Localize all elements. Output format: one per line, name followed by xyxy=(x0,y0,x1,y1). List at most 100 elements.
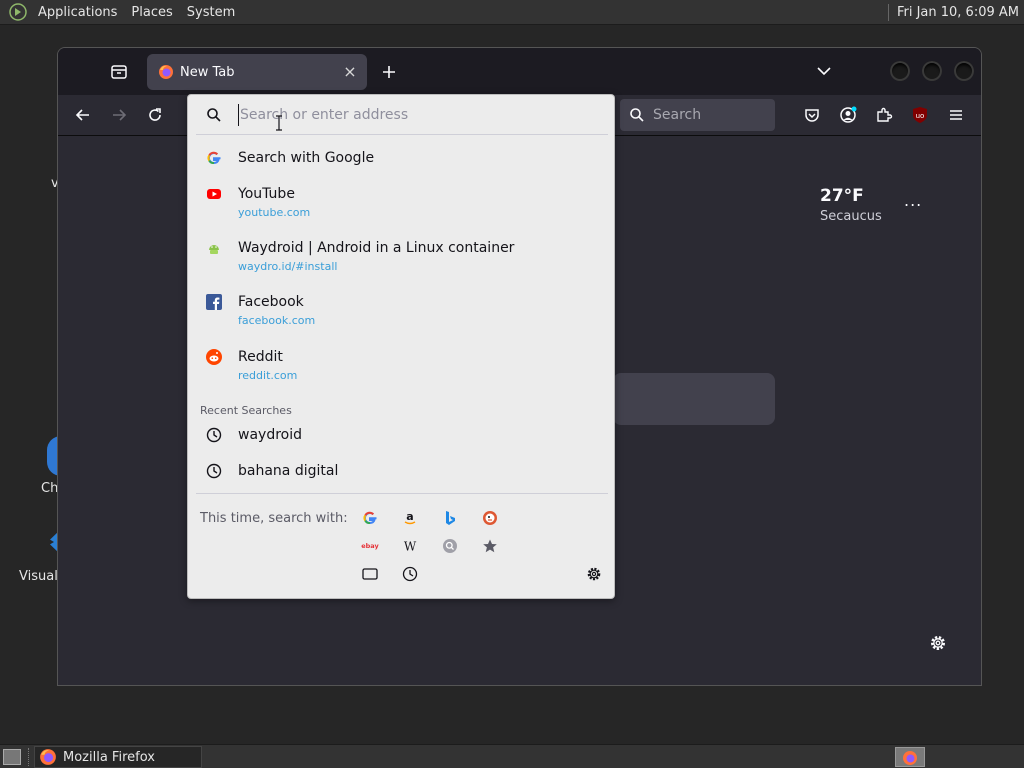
bottom-panel: Mozilla Firefox xyxy=(0,744,1024,768)
search-settings-button[interactable] xyxy=(585,565,603,583)
recent-searches-label: Recent Searches xyxy=(200,404,292,417)
panel-right: Fri Jan 10, 6:09 AM xyxy=(887,0,1024,25)
result-facebook[interactable]: Facebook facebook.com xyxy=(196,293,608,328)
oneoff-tabs-button[interactable] xyxy=(361,565,379,583)
account-icon[interactable] xyxy=(839,106,857,124)
waydroid-icon xyxy=(209,245,219,254)
result-text: Waydroid | Android in a Linux container … xyxy=(238,239,514,274)
maximize-button[interactable] xyxy=(922,61,942,81)
result-text: Search with Google xyxy=(238,149,374,167)
desktop-label-vscode[interactable]: Visual xyxy=(19,569,58,584)
oneoff-search-engine-button[interactable] xyxy=(441,537,459,555)
result-title: Search with Google xyxy=(238,150,375,166)
svg-text:W: W xyxy=(404,540,417,554)
gear-icon[interactable] xyxy=(929,634,947,652)
result-youtube[interactable]: YouTube youtube.com xyxy=(196,185,608,220)
google-icon xyxy=(207,151,221,165)
svg-text:uo: uo xyxy=(916,112,925,120)
weather-location[interactable]: Secaucus xyxy=(820,209,882,224)
oneoff-amazon-button[interactable]: a xyxy=(401,509,419,527)
tab-title: New Tab xyxy=(180,64,235,80)
firefox-icon xyxy=(159,65,173,79)
top-panel: Applications Places System Fri Jan 10, 6… xyxy=(0,0,1024,25)
menu-system[interactable]: System xyxy=(180,0,242,25)
firefox-view-icon[interactable] xyxy=(110,63,128,81)
panel-separator xyxy=(28,748,30,766)
close-tab-icon[interactable]: × xyxy=(342,64,358,80)
address-bar-input[interactable] xyxy=(238,103,598,126)
taskbar-window-label: Mozilla Firefox xyxy=(63,749,155,765)
show-desktop-icon[interactable] xyxy=(3,749,21,765)
result-waydroid[interactable]: Waydroid | Android in a Linux container … xyxy=(196,239,608,274)
oneoff-ebay-button[interactable]: ebay xyxy=(361,537,379,555)
chevron-down-icon[interactable] xyxy=(815,62,833,80)
result-title: Reddit xyxy=(238,349,283,365)
menu-places[interactable]: Places xyxy=(124,0,179,25)
close-window-button[interactable] xyxy=(954,61,974,81)
recent-search-item[interactable]: bahana digital xyxy=(196,462,608,480)
tab-new-tab[interactable]: New Tab × xyxy=(147,54,367,90)
extensions-puzzle-icon[interactable] xyxy=(875,106,893,124)
history-clock-icon xyxy=(402,566,418,582)
workspace-switcher[interactable] xyxy=(895,747,925,767)
result-text: Facebook facebook.com xyxy=(238,293,315,328)
result-title: YouTube xyxy=(238,186,295,202)
oneoff-bookmarks-button[interactable] xyxy=(481,537,499,555)
search-icon xyxy=(207,107,221,122)
pocket-icon[interactable] xyxy=(803,106,821,124)
minimize-button[interactable] xyxy=(890,61,910,81)
weather-menu-button[interactable]: ... xyxy=(904,191,922,210)
result-text: bahana digital xyxy=(238,462,338,480)
search-engine-icon xyxy=(443,539,457,553)
oneoff-search-label: This time, search with: xyxy=(200,511,348,526)
recent-search-text: waydroid xyxy=(238,427,302,443)
ublock-origin-icon[interactable]: uo xyxy=(911,106,929,124)
oneoff-bing-button[interactable] xyxy=(441,509,459,527)
forward-arrow-icon[interactable] xyxy=(109,105,129,125)
result-reddit[interactable]: Reddit reddit.com xyxy=(196,348,608,383)
weather-temperature[interactable]: 27°F xyxy=(820,186,864,206)
svg-text:ebay: ebay xyxy=(361,542,379,550)
result-title: Facebook xyxy=(238,294,304,310)
divider xyxy=(196,493,608,494)
history-clock-icon xyxy=(206,463,222,479)
urlbar-dropdown: Search with Google YouTube youtube.com W… xyxy=(187,94,615,599)
oneoff-google-button[interactable] xyxy=(361,509,379,527)
oneoff-wikipedia-button[interactable]: W xyxy=(401,537,419,555)
back-arrow-icon[interactable] xyxy=(73,105,93,125)
firefox-icon xyxy=(40,749,56,765)
recent-search-text: bahana digital xyxy=(238,463,339,479)
result-url: reddit.com xyxy=(238,369,298,382)
history-clock-icon xyxy=(206,427,222,443)
distro-logo-icon[interactable] xyxy=(9,3,27,21)
wikipedia-icon: W xyxy=(404,540,417,554)
taskbar-firefox-button[interactable]: Mozilla Firefox xyxy=(34,746,202,768)
hamburger-menu-icon[interactable] xyxy=(947,106,965,124)
tabs-icon xyxy=(362,568,378,580)
clock[interactable]: Fri Jan 10, 6:09 AM xyxy=(897,5,1024,20)
oneoff-duckduckgo-button[interactable] xyxy=(481,509,499,527)
ebay-icon: ebay xyxy=(361,542,379,550)
toolbar-search-box[interactable]: Search xyxy=(620,99,775,131)
oneoff-history-button[interactable] xyxy=(401,565,419,583)
youtube-icon xyxy=(207,189,221,199)
firefox-icon xyxy=(903,751,917,765)
new-tab-plus-icon[interactable] xyxy=(378,61,400,83)
toolbar-search-placeholder: Search xyxy=(653,107,702,123)
panel-separator xyxy=(887,3,889,21)
panel-menu: Applications Places System xyxy=(0,0,242,25)
menu-applications[interactable]: Applications xyxy=(31,0,124,25)
svg-text:a: a xyxy=(406,510,413,523)
recent-search-item[interactable]: waydroid xyxy=(196,426,608,444)
reload-icon[interactable] xyxy=(145,105,165,125)
result-url: facebook.com xyxy=(238,314,316,327)
result-search-google[interactable]: Search with Google xyxy=(196,149,608,167)
desktop-label-chrome[interactable]: Ch xyxy=(41,481,58,496)
google-icon xyxy=(363,511,377,525)
result-url: waydro.id/#install xyxy=(238,260,338,273)
text-cursor-icon xyxy=(276,115,282,131)
newtab-search-box[interactable] xyxy=(613,373,775,425)
gear-icon xyxy=(587,567,601,581)
result-title: Waydroid | Android in a Linux container xyxy=(238,240,515,256)
result-text: waydroid xyxy=(238,426,302,444)
